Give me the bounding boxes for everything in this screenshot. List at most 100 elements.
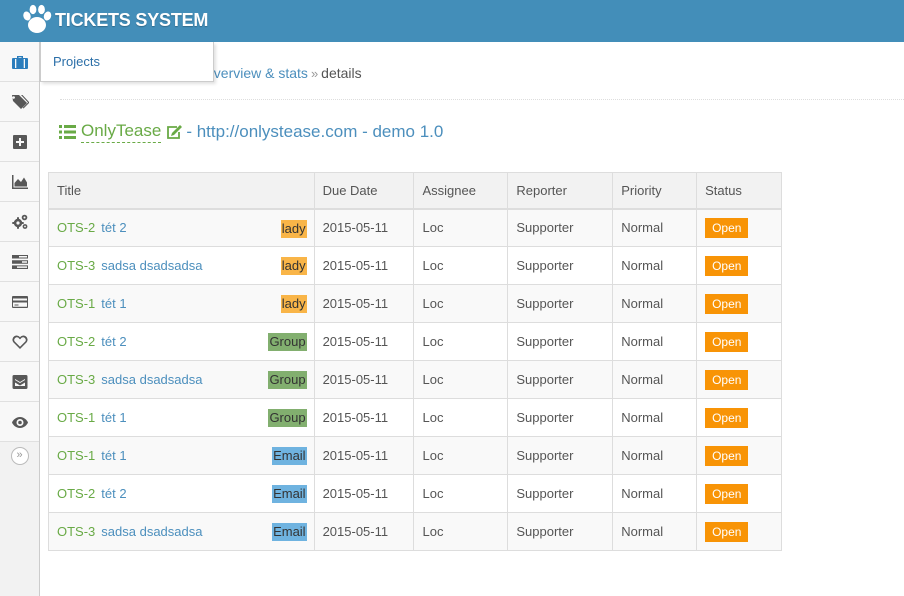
sidebar-item-watch[interactable] xyxy=(0,402,39,442)
ticket-name-link[interactable]: tét 2 xyxy=(101,220,126,235)
ticket-name-link[interactable]: tét 2 xyxy=(101,334,126,349)
ticket-reporter: Supporter xyxy=(507,208,614,247)
table-row: OTS-3 sadsa dsadsadsa Group 2015-05-11 Loc Su… xyxy=(48,360,782,399)
table-row: OTS-1 tét 1 Group 2015-05-11 Loc Supporter Nor… xyxy=(48,398,782,437)
ticket-due-date: 2015-05-11 xyxy=(313,246,415,285)
ticket-reporter: Supporter xyxy=(507,398,614,437)
ticket-due-date: 2015-05-11 xyxy=(313,322,415,361)
sidebar-item-favorites[interactable] xyxy=(0,322,39,362)
sidebar-item-messages[interactable] xyxy=(0,362,39,402)
ticket-status-cell: Open xyxy=(696,208,782,247)
ticket-priority: Normal xyxy=(612,284,698,323)
paw-logo-icon xyxy=(23,4,52,33)
ticket-name-link[interactable]: sadsa dsadsadsa xyxy=(101,372,202,387)
ticket-due-date: 2015-05-11 xyxy=(313,474,415,513)
sidebar-item-charts[interactable] xyxy=(0,162,39,202)
sidebar-item-add[interactable] xyxy=(0,122,39,162)
ticket-reporter: Supporter xyxy=(507,246,614,285)
column-header-due-date[interactable]: Due Date xyxy=(313,172,415,210)
ticket-assignee: Loc xyxy=(413,284,509,323)
brand-logo-link[interactable]: TICKETS SYSTEM xyxy=(20,2,208,38)
ticket-title-cell: OTS-3 sadsa dsadsadsa Email xyxy=(48,512,315,551)
sidebar-item-projects[interactable] xyxy=(0,42,39,82)
sidebar-item-tags[interactable] xyxy=(0,82,39,122)
ticket-id-link[interactable]: OTS-3 xyxy=(57,372,95,387)
page-title: OnlyTease - http://onlystease.com - demo… xyxy=(59,121,443,143)
column-header-title[interactable]: Title xyxy=(48,172,315,210)
ticket-title-cell: OTS-2 tét 2 lady xyxy=(48,208,315,247)
tags-icon xyxy=(11,94,29,109)
ticket-name-link[interactable]: tét 1 xyxy=(101,410,126,425)
ticket-tag-badge: Group xyxy=(268,333,307,351)
ticket-reporter: Supporter xyxy=(507,474,614,513)
ticket-name-link[interactable]: tét 1 xyxy=(101,296,126,311)
column-header-reporter[interactable]: Reporter xyxy=(507,172,614,210)
project-name-link[interactable]: OnlyTease xyxy=(81,121,162,143)
ticket-status-cell: Open xyxy=(696,474,782,513)
breadcrumb: overview & stats» details xyxy=(206,65,362,81)
credit-card-icon xyxy=(11,295,28,308)
ticket-priority: Normal xyxy=(612,322,698,361)
ticket-priority: Normal xyxy=(612,398,698,437)
ticket-title-cell: OTS-3 sadsa dsadsadsa lady xyxy=(48,246,315,285)
list-icon xyxy=(59,125,76,139)
ticket-id-link[interactable]: OTS-2 xyxy=(57,220,95,235)
ticket-id-link[interactable]: OTS-1 xyxy=(57,448,95,463)
project-description: - http://onlystease.com - demo 1.0 xyxy=(186,122,444,141)
ticket-priority: Normal xyxy=(612,474,698,513)
sidebar-collapse-toggle[interactable]: » xyxy=(0,442,39,470)
ticket-priority: Normal xyxy=(612,208,698,247)
ticket-name-link[interactable]: tét 2 xyxy=(101,486,126,501)
sidebar: » xyxy=(0,42,40,596)
ticket-status-badge: Open xyxy=(705,407,749,428)
eye-icon xyxy=(11,416,28,428)
ticket-name-link[interactable]: tét 1 xyxy=(101,448,126,463)
ticket-id-link[interactable]: OTS-1 xyxy=(57,410,95,425)
sidebar-item-billing[interactable] xyxy=(0,282,39,322)
ticket-status-badge: Open xyxy=(705,483,749,504)
ticket-tag-badge: lady xyxy=(280,295,307,313)
ticket-id-link[interactable]: OTS-3 xyxy=(57,258,95,273)
briefcase-icon xyxy=(11,55,28,69)
app-title: TICKETS SYSTEM xyxy=(55,9,209,30)
ticket-due-date: 2015-05-11 xyxy=(313,512,415,551)
ticket-id-link[interactable]: OTS-2 xyxy=(57,486,95,501)
table-row: OTS-2 tét 2 Email 2015-05-11 Loc Supporter Nor… xyxy=(48,474,782,513)
ticket-id-link[interactable]: OTS-3 xyxy=(57,524,95,539)
ticket-name-link[interactable]: sadsa dsadsadsa xyxy=(101,258,202,273)
ticket-status-cell: Open xyxy=(696,284,782,323)
column-header-status[interactable]: Status xyxy=(696,172,782,210)
breadcrumb-current: details xyxy=(321,65,362,81)
submenu-item-projects[interactable]: Projects xyxy=(53,54,100,69)
ticket-status-cell: Open xyxy=(696,360,782,399)
ticket-tag-badge: lady xyxy=(280,257,307,275)
ticket-status-cell: Open xyxy=(696,322,782,361)
ticket-due-date: 2015-05-11 xyxy=(313,436,415,475)
ticket-id-link[interactable]: OTS-1 xyxy=(57,296,95,311)
ticket-status-badge: Open xyxy=(705,331,749,352)
cogs-icon xyxy=(11,214,27,229)
ticket-title-cell: OTS-1 tét 1 Email xyxy=(48,436,315,475)
plus-square-icon xyxy=(12,134,27,149)
table-row: OTS-1 tét 1 lady 2015-05-11 Loc Supporter Norm… xyxy=(48,284,782,323)
breadcrumb-overview-link[interactable]: overview & stats xyxy=(206,65,308,81)
sidebar-item-tasks[interactable] xyxy=(0,242,39,282)
ticket-tag-badge: lady xyxy=(280,219,307,238)
ticket-assignee: Loc xyxy=(413,512,509,551)
sidebar-item-settings[interactable] xyxy=(0,202,39,242)
ticket-tag-badge: Email xyxy=(272,447,307,465)
ticket-name-link[interactable]: sadsa dsadsadsa xyxy=(101,524,202,539)
ticket-title-cell: OTS-1 tét 1 Group xyxy=(48,398,315,437)
column-header-priority[interactable]: Priority xyxy=(612,172,698,210)
ticket-id-link[interactable]: OTS-2 xyxy=(57,334,95,349)
ticket-status-badge: Open xyxy=(705,369,749,390)
tickets-table: Title Due Date Assignee Reporter Priorit… xyxy=(48,172,782,551)
top-navbar: TICKETS SYSTEM xyxy=(0,0,904,42)
projects-submenu: Projects xyxy=(40,42,214,82)
edit-icon[interactable] xyxy=(166,124,183,140)
column-header-assignee[interactable]: Assignee xyxy=(413,172,509,210)
ticket-status-cell: Open xyxy=(696,436,782,475)
ticket-assignee: Loc xyxy=(413,436,509,475)
ticket-reporter: Supporter xyxy=(507,436,614,475)
header-divider xyxy=(60,99,904,100)
